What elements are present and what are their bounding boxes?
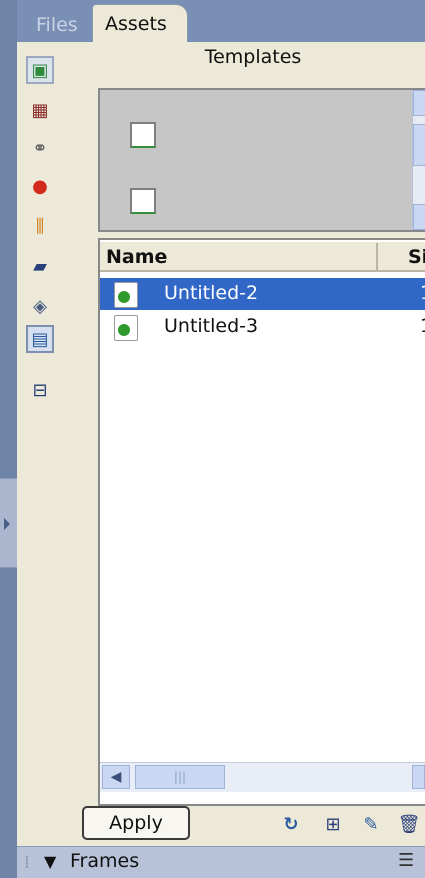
scroll-up-button[interactable]	[413, 90, 425, 116]
category-shockwave-button[interactable]: ⫼	[26, 212, 54, 240]
edit-button[interactable]: ✎	[360, 813, 382, 835]
template-file-icon	[114, 282, 138, 308]
panel-title: Templates	[204, 46, 302, 68]
scripts-icon: ◈	[33, 295, 47, 317]
category-colors-button[interactable]: ▦	[26, 96, 54, 124]
shockwave-icon: ⫼	[35, 215, 45, 237]
preview-checkbox-icon	[130, 188, 156, 214]
new-template-button[interactable]: ⊞	[322, 813, 344, 835]
apply-button[interactable]: Apply	[82, 806, 190, 840]
category-images-button[interactable]: ▣	[26, 56, 54, 84]
list-item[interactable]: Untitled-3 1	[100, 311, 425, 343]
preview-vertical-scrollbar[interactable]	[412, 90, 425, 230]
urls-icon: ⚭	[32, 137, 48, 159]
delete-button[interactable]: 🗑	[397, 813, 421, 835]
category-movies-button[interactable]: ▰	[26, 252, 54, 280]
grip-icon[interactable]: ⁞	[24, 852, 30, 873]
template-file-icon	[114, 315, 138, 341]
expand-arrow-icon	[4, 518, 10, 530]
column-divider[interactable]	[376, 243, 378, 271]
preview-checkbox-icon	[130, 122, 156, 148]
list-item-name: Untitled-3	[164, 315, 259, 337]
tab-assets[interactable]: Assets	[92, 4, 188, 44]
list-item-size: 1	[420, 315, 425, 337]
chevron-left-icon: ◀	[110, 769, 122, 785]
delete-icon: 🗑	[397, 813, 421, 835]
colors-icon: ▦	[31, 99, 49, 121]
library-icon: ⊟	[32, 379, 48, 401]
frames-panel-title[interactable]: Frames	[70, 850, 139, 872]
list-item[interactable]: Untitled-2 1	[100, 278, 425, 310]
scroll-thumb[interactable]: |||	[135, 765, 225, 789]
list-item-size: 1	[420, 282, 425, 304]
refresh-button[interactable]: ↻	[280, 813, 302, 835]
movies-icon: ▰	[33, 255, 47, 277]
thumb-grip: |||	[173, 770, 187, 784]
scroll-down-button[interactable]	[413, 204, 425, 230]
panel-dock-edge	[0, 0, 17, 878]
category-templates-button[interactable]: ▤	[26, 325, 54, 353]
tab-files[interactable]: Files	[22, 8, 90, 42]
category-urls-button[interactable]: ⚭	[26, 134, 54, 162]
scroll-left-button[interactable]: ◀	[102, 765, 130, 789]
images-icon: ▣	[31, 59, 49, 81]
column-header-size[interactable]: Si	[408, 246, 425, 268]
scroll-thumb[interactable]	[413, 124, 425, 166]
scroll-right-button[interactable]	[412, 765, 425, 789]
flash-icon: ●	[32, 175, 48, 197]
category-flash-button[interactable]: ●	[26, 172, 54, 200]
refresh-icon: ↻	[283, 813, 299, 835]
column-header-name[interactable]: Name	[106, 246, 167, 268]
edit-icon: ✎	[363, 813, 379, 835]
template-preview	[98, 88, 425, 232]
collapse-handle[interactable]	[0, 478, 17, 568]
category-scripts-button[interactable]: ◈	[26, 292, 54, 320]
category-library-button[interactable]: ⊟	[26, 376, 54, 404]
expand-triangle-icon[interactable]: ▼	[44, 852, 56, 871]
templates-icon: ▤	[31, 328, 49, 350]
new-template-icon: ⊞	[325, 813, 341, 835]
options-menu-icon[interactable]: ☰	[398, 850, 414, 871]
list-item-name: Untitled-2	[164, 282, 259, 304]
